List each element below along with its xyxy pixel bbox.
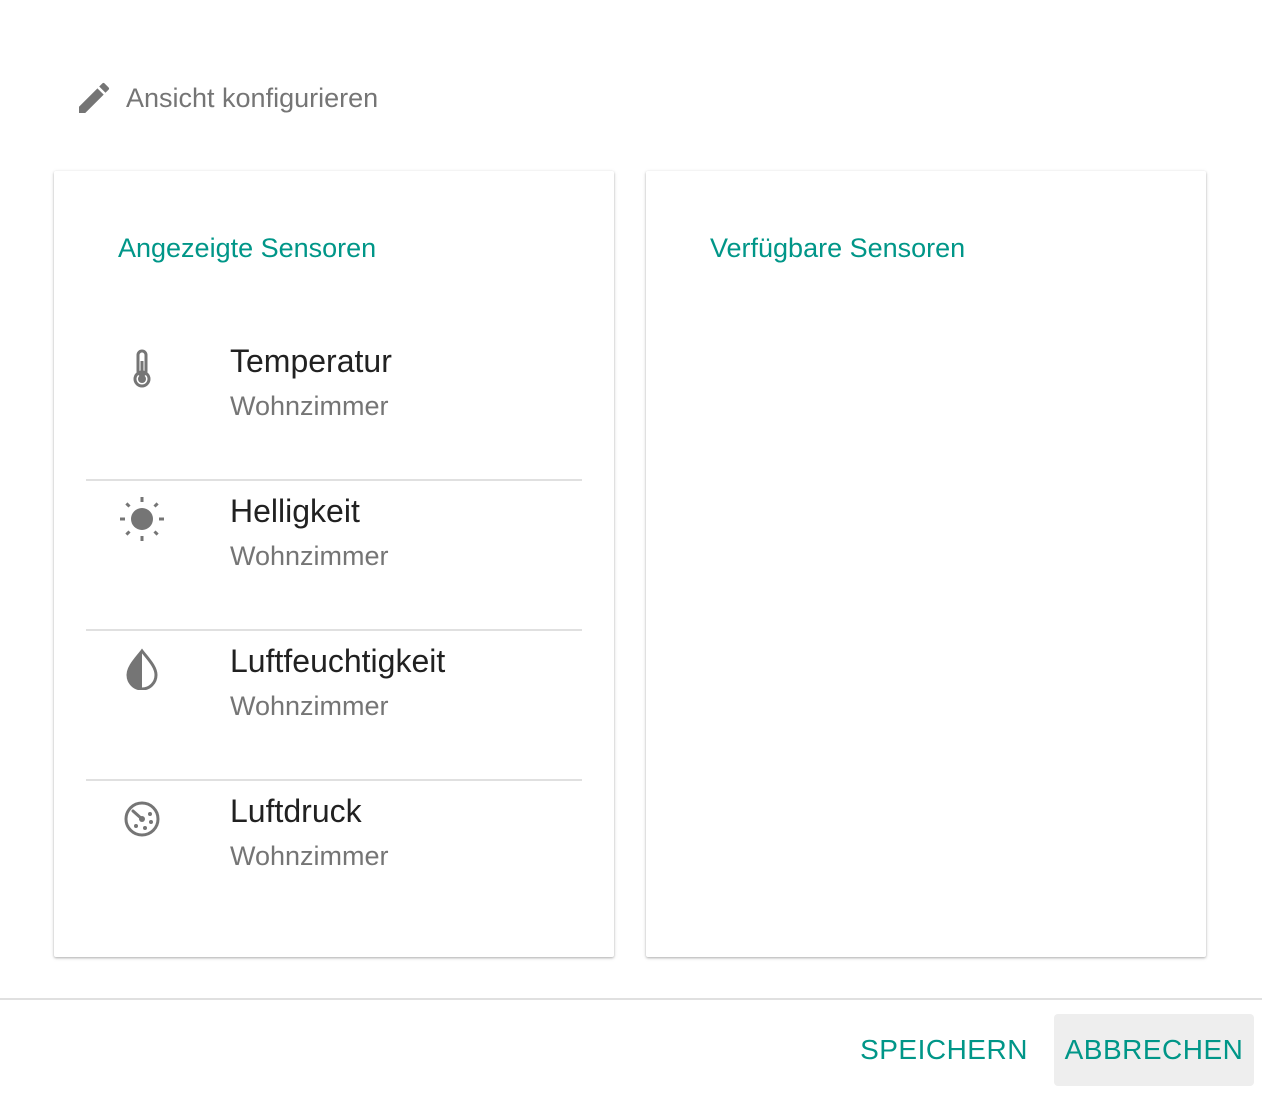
brightness-icon [118, 495, 166, 543]
cancel-button[interactable]: ABBRECHEN [1054, 1014, 1254, 1086]
available-sensors-panel: Verfügbare Sensoren [646, 171, 1206, 957]
sensor-room: Wohnzimmer [230, 541, 389, 571]
displayed-sensors-panel: Angezeigte Sensoren Temperatur Wohnzimme… [54, 171, 614, 957]
displayed-sensors-list: Temperatur Wohnzimmer Helligkeit Wohnzim… [86, 331, 582, 931]
sensor-room: Wohnzimmer [230, 391, 389, 421]
thermometer-icon [118, 345, 166, 393]
sensor-name: Luftdruck [230, 793, 362, 829]
gauge-icon [118, 795, 166, 843]
sensor-room: Wohnzimmer [230, 691, 389, 721]
sensor-item-luftfeuchtigkeit[interactable]: Luftfeuchtigkeit Wohnzimmer [86, 631, 582, 781]
displayed-sensors-title: Angezeigte Sensoren [118, 233, 377, 263]
sensor-item-temperatur[interactable]: Temperatur Wohnzimmer [86, 331, 582, 481]
sensor-item-helligkeit[interactable]: Helligkeit Wohnzimmer [86, 481, 582, 631]
dialog-header: Ansicht konfigurieren [74, 78, 378, 118]
sensor-item-luftdruck[interactable]: Luftdruck Wohnzimmer [86, 781, 582, 931]
sensor-room: Wohnzimmer [230, 841, 389, 871]
save-button[interactable]: SPEICHERN [852, 1014, 1036, 1086]
sensor-name: Helligkeit [230, 493, 360, 529]
pencil-icon [74, 78, 114, 118]
footer-divider [0, 998, 1262, 1000]
sensor-name: Temperatur [230, 343, 392, 379]
dialog-title: Ansicht konfigurieren [126, 82, 379, 113]
humidity-drop-icon [118, 645, 166, 693]
sensor-name: Luftfeuchtigkeit [230, 643, 446, 679]
available-sensors-title: Verfügbare Sensoren [710, 233, 966, 263]
